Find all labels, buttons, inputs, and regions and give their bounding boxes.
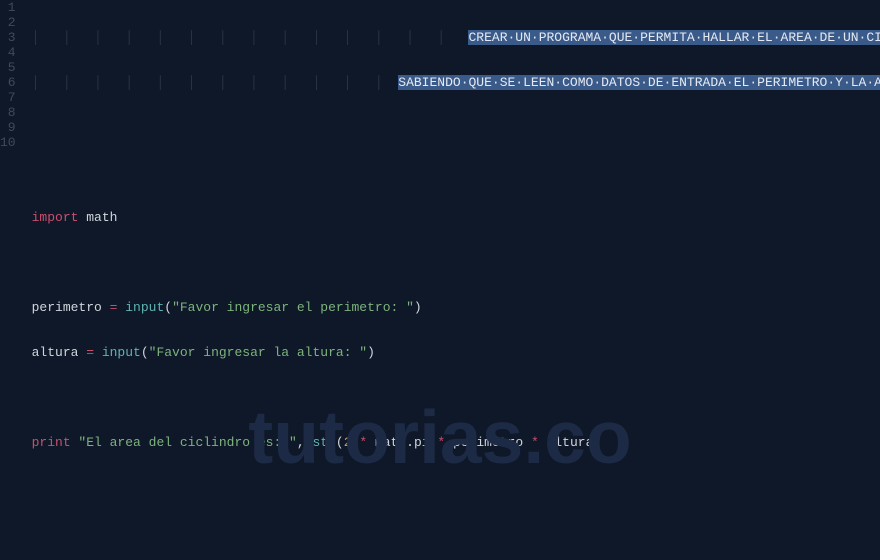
keyword-print: print xyxy=(32,435,71,450)
paren-open: ( xyxy=(164,300,172,315)
identifier: perimetro xyxy=(32,300,110,315)
code-line[interactable]: import math xyxy=(32,210,880,225)
identifier: perimetro xyxy=(453,435,523,450)
number-literal: 2 xyxy=(344,435,352,450)
string-literal: "Favor ingresar la altura: " xyxy=(149,345,367,360)
paren-open: ( xyxy=(141,345,149,360)
line-number: 3 xyxy=(0,30,16,45)
code-line[interactable]: print "El area del ciclindro es: ", str(… xyxy=(32,435,880,450)
code-line[interactable] xyxy=(32,255,880,270)
line-number: 6 xyxy=(0,75,16,90)
paren-close: ) xyxy=(414,300,422,315)
line-number: 4 xyxy=(0,45,16,60)
code-line[interactable]: altura = input("Favor ingresar la altura… xyxy=(32,345,880,360)
line-number: 1 xyxy=(0,0,16,15)
indent-guide: │ │ │ │ │ │ │ │ │ │ │ │ │ │ xyxy=(32,30,469,45)
line-number: 8 xyxy=(0,105,16,120)
identifier: math.pi xyxy=(375,435,430,450)
code-line[interactable]: │ │ │ │ │ │ │ │ │ │ │ │ SABIENDO·QUE·SE·… xyxy=(32,75,880,90)
code-editor[interactable]: 1 2 3 4 5 6 7 8 9 10 │ │ │ │ │ │ │ │ │ │… xyxy=(0,0,880,560)
keyword-import: import xyxy=(32,210,79,225)
function-input: input xyxy=(117,300,164,315)
paren-close: ) xyxy=(593,435,601,450)
line-number: 10 xyxy=(0,135,16,150)
string-literal: "Favor ingresar el perimetro: " xyxy=(172,300,414,315)
identifier: altura xyxy=(32,345,87,360)
operator-equals: = xyxy=(86,345,94,360)
operator-multiply: * xyxy=(430,435,453,450)
string-literal: "El area del ciclindro es: " xyxy=(71,435,297,450)
code-line[interactable] xyxy=(32,120,880,135)
code-line[interactable] xyxy=(32,165,880,180)
code-line[interactable]: perimetro = input("Favor ingresar el per… xyxy=(32,300,880,315)
line-number: 5 xyxy=(0,60,16,75)
comma: , xyxy=(297,435,305,450)
paren-close: ) xyxy=(367,345,375,360)
indent-guide: │ │ │ │ │ │ │ │ │ │ │ │ xyxy=(32,75,399,90)
line-number: 2 xyxy=(0,15,16,30)
line-number: 7 xyxy=(0,90,16,105)
code-line[interactable]: │ │ │ │ │ │ │ │ │ │ │ │ │ │ CREAR·UN·PRO… xyxy=(32,30,880,45)
operator-multiply: * xyxy=(523,435,546,450)
line-number-gutter: 1 2 3 4 5 6 7 8 9 10 xyxy=(0,0,24,560)
paren-open: ( xyxy=(336,435,344,450)
line-number: 9 xyxy=(0,120,16,135)
selected-text[interactable]: CREAR·UN·PROGRAMA·QUE·PERMITA·HALLAR·EL·… xyxy=(468,30,880,45)
operator-multiply: * xyxy=(352,435,375,450)
code-line[interactable] xyxy=(32,390,880,405)
selected-text[interactable]: SABIENDO·QUE·SE·LEEN·COMO·DATOS·DE·ENTRA… xyxy=(398,75,880,90)
module-name: math xyxy=(78,210,117,225)
function-str: str xyxy=(305,435,336,450)
identifier: altura xyxy=(547,435,594,450)
function-input: input xyxy=(94,345,141,360)
code-area[interactable]: │ │ │ │ │ │ │ │ │ │ │ │ │ │ CREAR·UN·PRO… xyxy=(24,0,880,560)
